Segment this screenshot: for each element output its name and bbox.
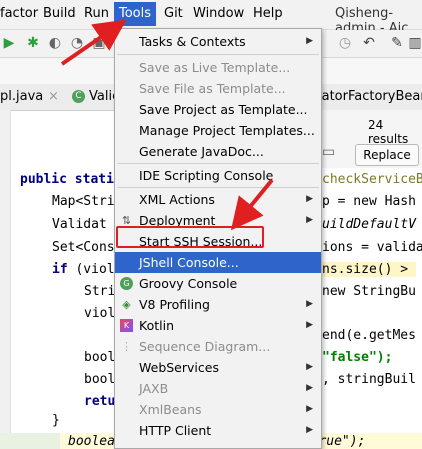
- arrow-to-tools-icon: [60, 19, 127, 66]
- arrow-to-ssh-icon: [230, 178, 274, 231]
- annotation-arrows: [60, 19, 274, 231]
